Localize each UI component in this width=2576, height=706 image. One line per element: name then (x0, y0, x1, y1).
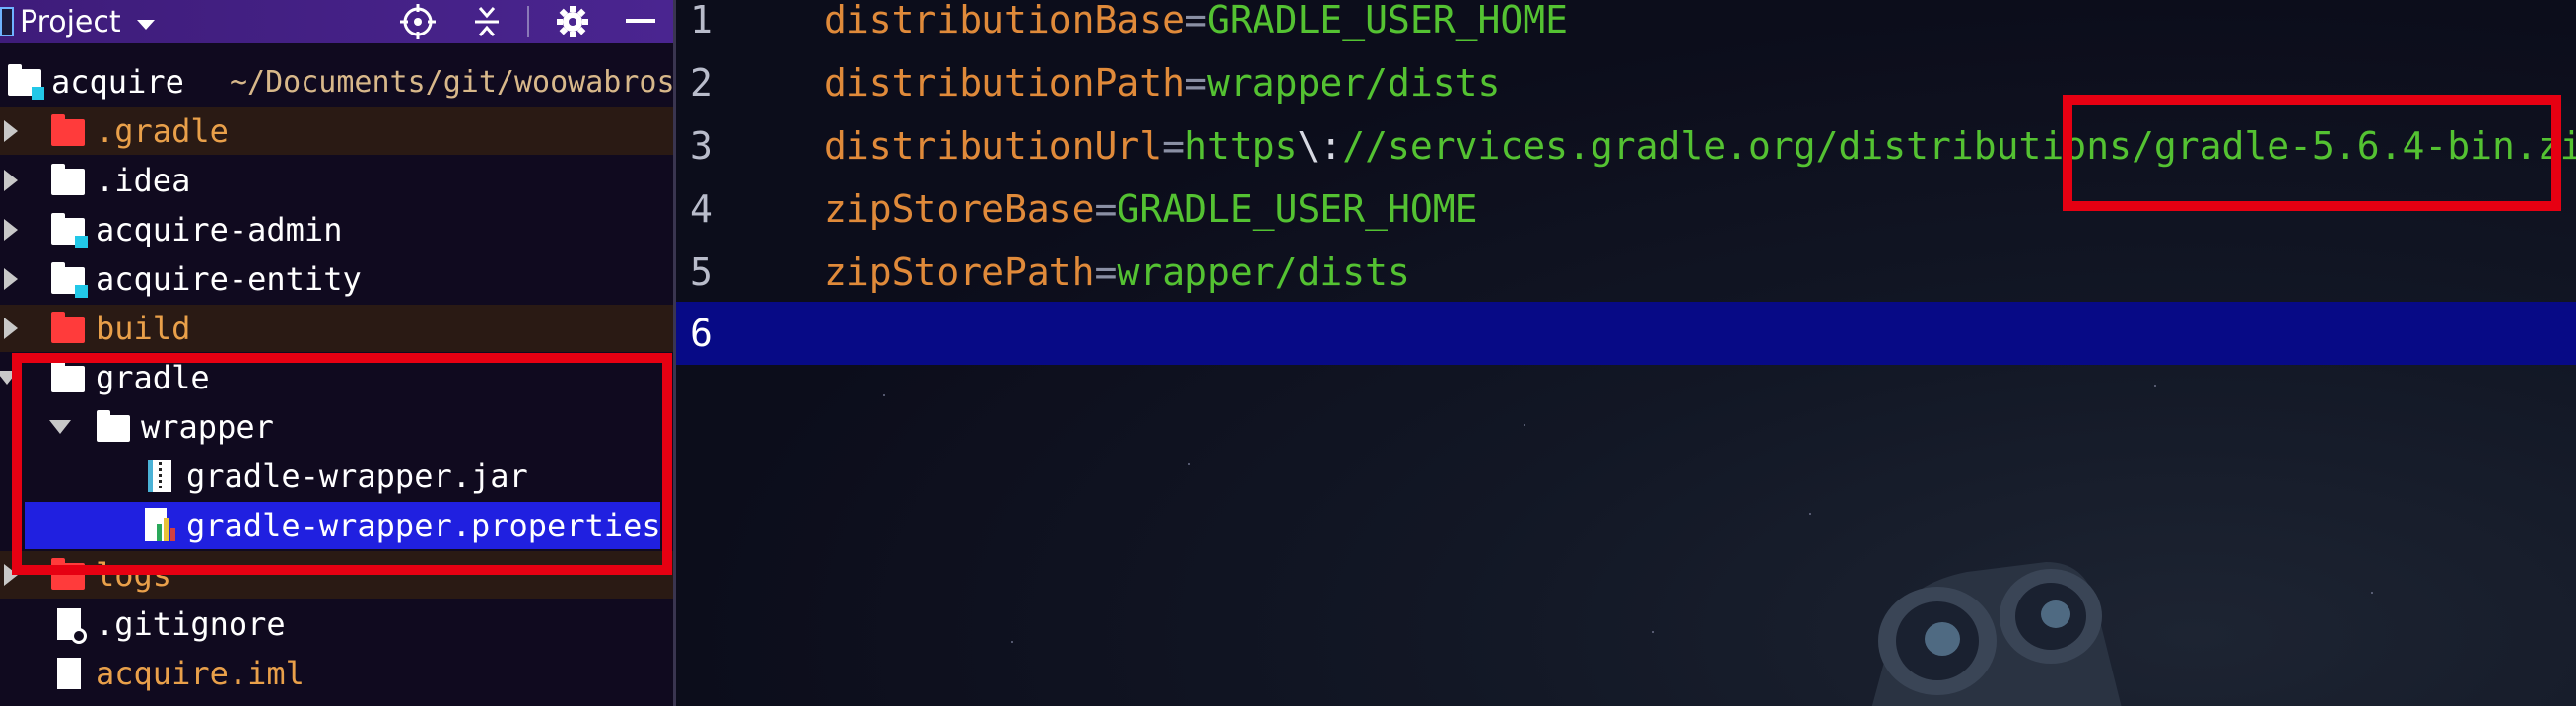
background-star (2154, 385, 2156, 387)
tree-item-label: gradle-wrapper.jar (186, 458, 528, 495)
line-number: 3 (690, 124, 712, 168)
tree-item-label: .gitignore (96, 605, 286, 643)
code-line[interactable]: 3 distributionUrl=https\://services.grad… (676, 114, 2576, 177)
expand-arrow-icon[interactable] (4, 170, 18, 191)
excluded-folder-icon (51, 312, 85, 343)
project-icon (0, 7, 14, 36)
panel-header: Project (0, 0, 673, 43)
tree-item-label: gradle (96, 359, 210, 396)
tree-item-acquire-iml[interactable]: acquire.iml (0, 650, 673, 697)
collapse-icon[interactable] (467, 4, 507, 39)
tree-item-label: build (96, 310, 191, 347)
tree-item-label: logs (96, 556, 172, 594)
line-number: 5 (690, 250, 712, 294)
line-number: 4 (690, 187, 712, 231)
line-number: 6 (690, 312, 712, 355)
tree-item-wrapper[interactable]: wrapper (0, 403, 673, 451)
background-star (1011, 641, 1013, 643)
excluded-folder-icon (51, 558, 85, 590)
locate-icon[interactable] (398, 4, 438, 39)
project-view-selector[interactable]: Project (0, 2, 157, 41)
collapse-arrow-icon[interactable] (49, 420, 71, 434)
gear-icon[interactable] (553, 4, 592, 39)
tree-item-label: acquire-entity (96, 260, 362, 298)
code-text: distributionUrl=https\://services.gradle… (824, 124, 2576, 168)
code-line[interactable]: 4 zipStoreBase=GRADLE_USER_HOME (676, 177, 2576, 241)
background-star (883, 394, 885, 396)
gitignore-file-icon (57, 608, 87, 644)
tree-item-gradle-wrapper-properties[interactable]: gradle-wrapper.properties (25, 502, 661, 549)
folder-icon (97, 410, 130, 442)
tree-item-gitignore[interactable]: .gitignore (0, 600, 673, 648)
expand-arrow-icon[interactable] (4, 120, 18, 142)
folder-icon (51, 361, 85, 392)
folder-icon (51, 164, 85, 195)
header-divider (527, 6, 529, 37)
code-text: zipStoreBase=GRADLE_USER_HOME (824, 187, 1478, 231)
code-text: distributionPath=wrapper/dists (824, 61, 1501, 105)
expand-arrow-icon[interactable] (4, 564, 18, 586)
module-folder-icon (51, 262, 88, 298)
minimize-icon[interactable] (621, 4, 660, 39)
tree-item-label: .idea (96, 162, 191, 199)
tree-item-label: wrapper (141, 408, 274, 446)
project-panel: Project acquire ~/Documents/git/woowabro… (0, 0, 676, 706)
code-line[interactable]: 2 distributionPath=wrapper/dists (676, 51, 2576, 114)
tree-item-gradle[interactable]: gradle (0, 354, 673, 401)
code-text: zipStorePath=wrapper/dists (824, 250, 1410, 294)
background-star (2371, 592, 2373, 594)
background-star (1652, 631, 1654, 633)
tree-item-label: acquire.iml (96, 655, 305, 692)
tree-item-logs[interactable]: logs (0, 551, 673, 599)
iml-file-icon (57, 658, 81, 689)
expand-arrow-icon[interactable] (4, 268, 18, 290)
tree-item-gradle-wrapper-jar[interactable]: gradle-wrapper.jar (0, 453, 673, 500)
tree-item-label: acquire-admin (96, 211, 343, 248)
tree-item-acquire-entity[interactable]: acquire-entity (0, 255, 673, 303)
panel-title: Project (20, 4, 121, 39)
background-star (1188, 463, 1190, 465)
properties-file-icon (145, 508, 175, 541)
tree-root[interactable]: acquire ~/Documents/git/woowabros (0, 58, 673, 106)
background-robot-illustration (1871, 562, 2122, 706)
tree-item-acquire-admin[interactable]: acquire-admin (0, 206, 673, 253)
code-line[interactable]: 1 distributionBase=GRADLE_USER_HOME (676, 0, 2576, 51)
tree-item-label: gradle-wrapper.properties (186, 507, 661, 544)
dropdown-icon[interactable] (135, 5, 157, 39)
line-number: 1 (690, 0, 712, 41)
code-editor[interactable]: 1 distributionBase=GRADLE_USER_HOME 2 di… (676, 0, 2576, 706)
tree-root-path: ~/Documents/git/woowabros (230, 64, 675, 100)
tree-item-label: .gradle (96, 112, 229, 150)
expand-arrow-icon[interactable] (4, 219, 18, 241)
tree-item-idea[interactable]: .idea (0, 157, 673, 204)
code-text: distributionBase=GRADLE_USER_HOME (824, 0, 1568, 41)
background-star (1524, 424, 1525, 426)
module-folder-icon (51, 213, 88, 248)
collapse-arrow-icon[interactable] (0, 371, 18, 385)
jar-file-icon (148, 460, 171, 492)
expand-arrow-icon[interactable] (4, 318, 18, 339)
background-star (1809, 513, 1811, 515)
excluded-folder-icon (51, 114, 85, 146)
tree-item-gradle-cache[interactable]: .gradle (0, 107, 673, 155)
tree-item-build[interactable]: build (0, 305, 673, 352)
line-number: 2 (690, 61, 712, 105)
current-code-line[interactable]: 6 (676, 302, 2576, 365)
module-folder-icon (8, 64, 44, 100)
code-line[interactable]: 5 zipStorePath=wrapper/dists (676, 241, 2576, 304)
tree-root-label: acquire (51, 63, 184, 101)
